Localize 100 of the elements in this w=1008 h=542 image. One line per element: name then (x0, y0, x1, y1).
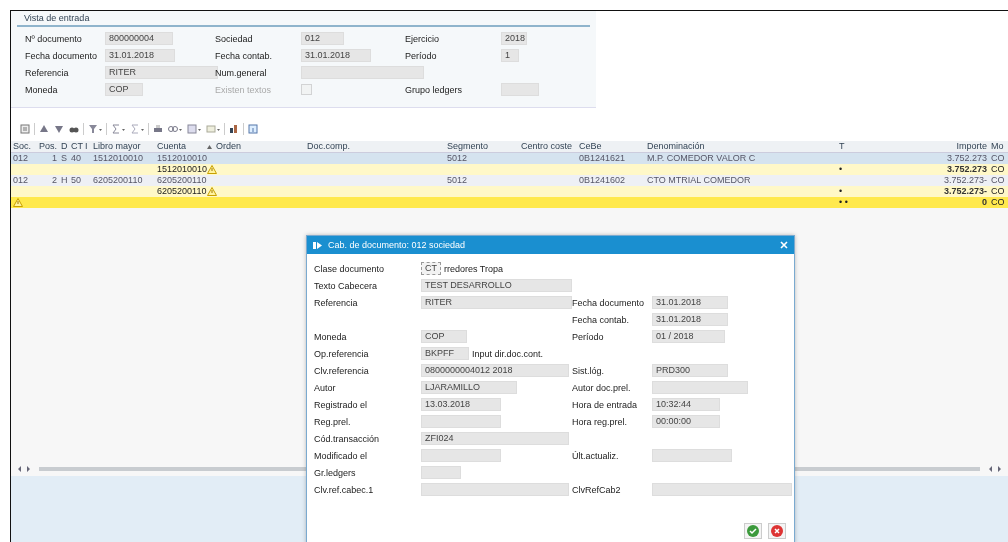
export-icon[interactable] (186, 123, 202, 135)
scroll-arrows-icon[interactable] (17, 465, 31, 473)
input-field[interactable]: LJARAMILLO (421, 381, 517, 394)
table-row[interactable]: 012 1 S 40 1512010010 1512010010 5012 0B1241621 M.P. COMEDOR VALOR C 3.752.273 CO (11, 153, 1008, 164)
table-row[interactable]: • • 0 CO (11, 197, 1008, 208)
input-field[interactable]: 31.01.2018 (652, 296, 728, 309)
input-field[interactable] (652, 449, 732, 462)
confirm-button[interactable] (744, 523, 762, 539)
field-label: Referencia (25, 67, 70, 78)
table-cell: 0B1241602 (579, 175, 626, 186)
close-icon[interactable] (780, 241, 788, 249)
input-field[interactable]: COP (105, 83, 143, 96)
table-cell: 012 (13, 175, 29, 186)
sort-descending-icon[interactable] (53, 123, 65, 135)
column-header[interactable]: T (839, 141, 845, 152)
input-field[interactable]: 1 (501, 49, 519, 62)
dropdown-field[interactable]: CT (421, 262, 441, 275)
input-field[interactable]: PRD300 (652, 364, 728, 377)
field-label: Fecha contab. (572, 314, 631, 325)
input-field[interactable]: BKPFF (421, 347, 469, 360)
column-header[interactable]: I (85, 141, 88, 152)
column-header[interactable]: Doc.comp. (307, 141, 350, 152)
info-icon[interactable] (247, 123, 259, 135)
input-field[interactable]: 31.01.2018 (301, 49, 371, 62)
print-icon[interactable] (152, 123, 164, 135)
subtotal-icon[interactable] (129, 123, 145, 135)
table-row[interactable]: 012 2 H 50 6205200110 6205200110 5012 0B1241602 CTO MTRIAL COMEDOR 3.752.273- CO (11, 175, 1008, 186)
field-description: rredores Tropa (444, 263, 504, 274)
table-cell: 1512010010 (157, 153, 208, 164)
input-field[interactable] (421, 483, 569, 496)
table-cell: • (839, 186, 843, 197)
input-field[interactable]: ZFI024 (421, 432, 569, 445)
layout-icon[interactable] (205, 123, 221, 135)
field-label: Registrado el (314, 399, 369, 410)
details-icon[interactable] (19, 123, 31, 135)
input-field[interactable]: 13.03.2018 (421, 398, 501, 411)
field-label: Op.referencia (314, 348, 370, 359)
table-cell: 3.752.273- (943, 186, 987, 197)
cancel-button[interactable] (768, 523, 786, 539)
input-field[interactable]: TEST DESARROLLO (421, 279, 572, 292)
column-header[interactable]: Orden (216, 141, 241, 152)
field-label: Referencia (314, 297, 359, 308)
column-header[interactable]: Denominación (647, 141, 705, 152)
input-field[interactable]: 01 / 2018 (652, 330, 725, 343)
section-title: Vista de entrada (24, 13, 90, 23)
input-field[interactable] (652, 381, 748, 394)
column-header[interactable]: Soc. (13, 141, 31, 152)
input-field[interactable]: 0800000004012 2018 (421, 364, 569, 377)
field-label: Clv.referencia (314, 365, 370, 376)
column-header[interactable]: Pos. (39, 141, 57, 152)
table-cell: 40 (71, 153, 81, 164)
input-field[interactable]: 012 (301, 32, 344, 45)
field-label: Reg.prel. (314, 416, 352, 427)
view-icon[interactable] (167, 123, 183, 135)
chart-icon[interactable] (228, 123, 240, 135)
column-header[interactable]: Importe (956, 141, 987, 152)
table-row[interactable]: 6205200110 • 3.752.273- CO (11, 186, 1008, 197)
table-cell: 3.752.273 (946, 164, 987, 175)
input-field[interactable] (501, 83, 539, 96)
table-cell: 0B1241621 (579, 153, 626, 164)
field-label: Período (405, 50, 438, 61)
column-header[interactable]: Segmento (447, 141, 489, 152)
input-field[interactable] (301, 66, 424, 79)
sort-ascending-icon[interactable] (38, 123, 50, 135)
input-field[interactable]: 31.01.2018 (105, 49, 175, 62)
column-header[interactable]: D (61, 141, 68, 152)
column-header[interactable]: Libro mayor (93, 141, 141, 152)
input-field[interactable] (421, 449, 501, 462)
scroll-arrows-icon[interactable] (988, 465, 1002, 473)
table-cell: CO (991, 175, 1005, 186)
table-cell: CO (991, 153, 1005, 164)
table-cell: • (839, 164, 843, 175)
column-header[interactable]: Mo (991, 141, 1004, 152)
field-label: Gr.ledgers (314, 467, 357, 478)
field-label: Grupo ledgers (405, 84, 464, 95)
sum-icon[interactable] (110, 123, 126, 135)
input-field[interactable]: COP (421, 330, 467, 343)
input-field[interactable]: 00:00:00 (652, 415, 720, 428)
table-cell: 3.752.273- (943, 175, 987, 186)
dialog-icon (313, 240, 323, 250)
dialog-title: Cab. de documento: 012 sociedad (328, 240, 466, 250)
column-header[interactable]: Centro coste (521, 141, 573, 152)
input-field[interactable] (421, 415, 501, 428)
input-field[interactable] (652, 483, 792, 496)
input-field[interactable]: RITER (421, 296, 572, 309)
column-header[interactable]: CeBe (579, 141, 602, 152)
input-field[interactable]: 31.01.2018 (652, 313, 728, 326)
field-label: Texto Cabecera (314, 280, 379, 291)
field-label: Nº documento (25, 33, 83, 44)
input-field[interactable]: 2018 (501, 32, 527, 45)
column-header[interactable]: CT (71, 141, 83, 152)
table-cell: CTO MTRIAL COMEDOR (647, 175, 751, 186)
field-label: Clv.ref.cabec.1 (314, 484, 375, 495)
table-row[interactable]: 1512010010 • 3.752.273 CO (11, 164, 1008, 175)
input-field[interactable] (421, 466, 461, 479)
field-label: Fecha contab. (215, 50, 274, 61)
input-field[interactable]: 10:32:44 (652, 398, 720, 411)
column-header[interactable]: Cuenta (157, 141, 187, 152)
filter-icon[interactable] (87, 123, 103, 135)
input-field[interactable]: 800000004 (105, 32, 173, 45)
